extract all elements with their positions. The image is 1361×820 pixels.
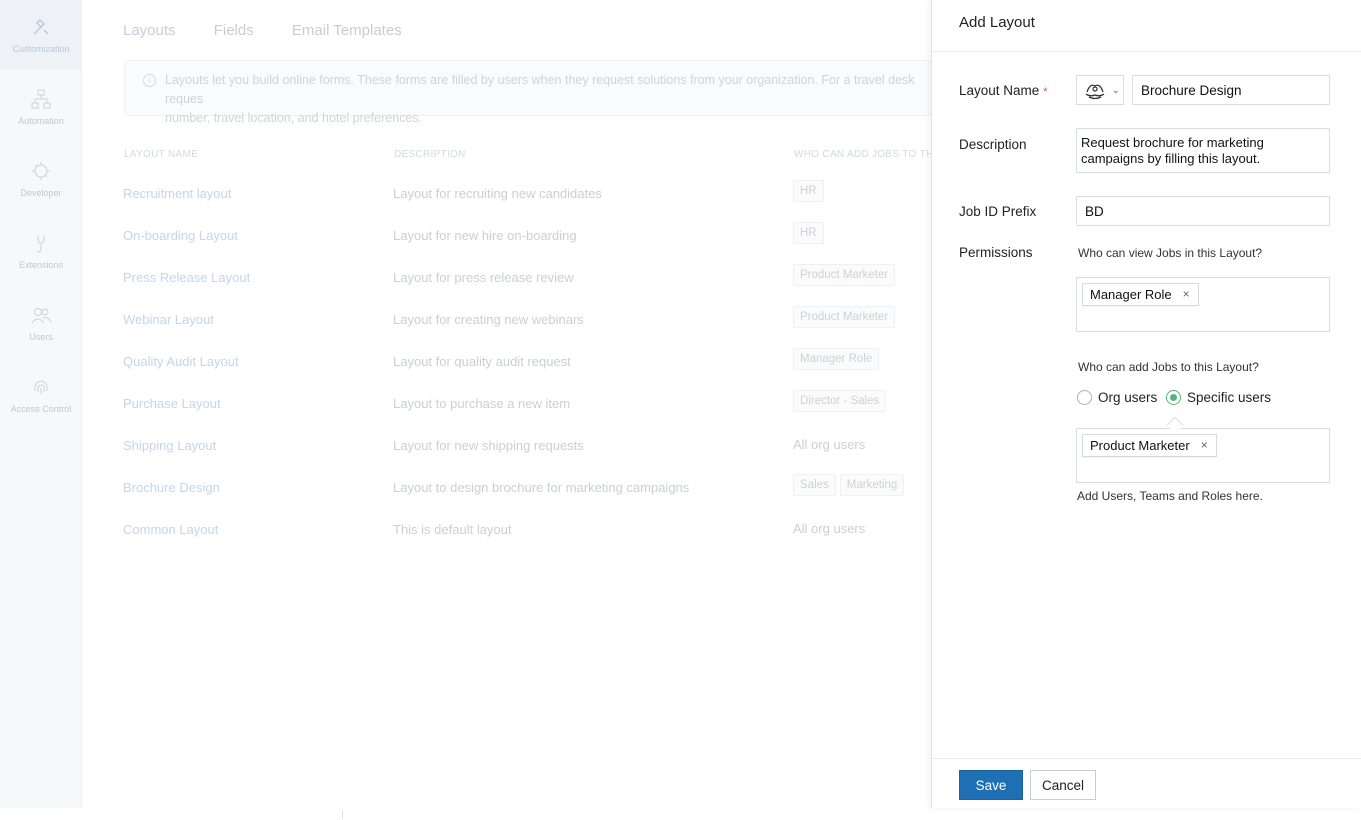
layout-name-link[interactable]: Brochure Design [123,480,220,495]
layout-description: Layout to purchase a new item [393,396,571,411]
info-text: Layouts let you build online forms. Thes… [165,73,915,106]
column-header-who: WHO CAN ADD JOBS TO TH [794,149,934,160]
role-chip: Marketing [839,474,905,496]
column-header-name: LAYOUT NAME [124,149,199,160]
role-chip: Director - Sales [793,390,887,412]
layout-name-link[interactable]: Quality Audit Layout [123,354,239,369]
info-banner: i Layouts let you build online forms. Th… [124,60,944,125]
who-cell: Director - Sales [793,390,890,412]
remove-tag-icon[interactable]: × [1183,284,1190,305]
specific-users-radio[interactable]: Specific users [1166,390,1271,405]
add-hint: Add Users, Teams and Roles here. [1077,489,1263,503]
tag-label: Product Marketer [1090,438,1190,453]
divider [342,810,343,818]
role-chip: HR [793,222,824,244]
add-tag: Product Marketer × [1082,434,1217,457]
chevron-down-icon: ⌄ [1112,85,1120,95]
who-cell: All org users [793,432,865,452]
view-question: Who can view Jobs in this Layout? [1078,246,1263,260]
sidebar-item-automation[interactable]: Automation [0,72,82,142]
tab-email-templates[interactable]: Email Templates [292,22,402,39]
table-row: Purchase Layout Layout to purchase a new… [0,390,940,432]
who-cell: Product Marketer [793,264,899,286]
job-id-prefix-label: Job ID Prefix [959,204,1037,219]
layout-name-label-text: Layout Name [959,83,1040,98]
brochure-icon [1085,84,1105,100]
role-chip: Sales [793,474,836,496]
panel-footer: Save Cancel [932,758,1361,808]
sidebar-item-label: Automation [18,116,64,126]
layout-name-link[interactable]: Shipping Layout [123,438,216,453]
info-icon: i [143,74,156,87]
layout-name-link[interactable]: On-boarding Layout [123,228,238,243]
layout-name-link[interactable]: Press Release Layout [123,270,250,285]
who-cell: Sales Marketing [793,474,908,496]
description-textarea[interactable]: Request brochure for marketing campaigns… [1076,128,1330,173]
remove-tag-icon[interactable]: × [1201,435,1208,456]
add-question: Who can add Jobs to this Layout? [1078,360,1259,374]
table-row: Shipping Layout Layout for new shipping … [0,432,940,474]
radio-circle-selected [1166,390,1181,405]
automation-icon [31,89,51,109]
column-header-description: DESCRIPTION [394,149,466,160]
who-cell: Product Marketer [793,306,899,328]
who-text: All org users [793,521,866,536]
table-row: Recruitment layout Layout for recruiting… [0,180,940,222]
panel-title: Add Layout [932,0,1361,52]
layout-name-link[interactable]: Purchase Layout [123,396,221,411]
top-tabs: Layouts Fields Email Templates [123,22,436,39]
cancel-button[interactable]: Cancel [1030,770,1096,800]
add-permissions-field[interactable]: Product Marketer × [1076,428,1330,483]
tab-fields[interactable]: Fields [214,22,254,39]
layout-name-link[interactable]: Common Layout [123,522,218,537]
who-text: All org users [793,437,866,452]
layout-icon-picker[interactable]: ⌄ [1076,75,1124,105]
sidebar-item-label: Customization [12,44,70,54]
layout-description: Layout for new shipping requests [393,438,584,453]
role-chip: Product Marketer [793,264,896,286]
developer-icon [32,162,50,180]
table-row: Webinar Layout Layout for creating new w… [0,306,940,348]
table-row: Common Layout This is default layout All… [0,516,940,558]
who-cell: HR [793,180,828,202]
layout-description: Layout for new hire on-boarding [393,228,577,243]
layout-description: Layout for recruiting new candidates [393,186,602,201]
role-chip: Product Marketer [793,306,896,328]
tab-layouts[interactable]: Layouts [123,22,176,39]
save-button[interactable]: Save [959,770,1023,800]
table-row: Quality Audit Layout Layout for quality … [0,348,940,390]
layout-description: This is default layout [393,522,512,537]
job-id-prefix-input[interactable] [1076,196,1330,226]
layout-description: Layout for quality audit request [393,354,571,369]
layout-name-link[interactable]: Recruitment layout [123,186,231,201]
who-cell: HR [793,222,828,244]
permissions-label: Permissions [959,245,1033,260]
layout-name-link[interactable]: Webinar Layout [123,312,214,327]
customization-icon [33,19,49,35]
tag-label: Manager Role [1090,287,1172,302]
layout-name-label: Layout Name * [959,83,1048,98]
info-text-2: number, travel location, and hotel prefe… [165,111,423,125]
required-mark: * [1043,86,1048,98]
radio-circle [1077,390,1092,405]
role-chip: HR [793,180,824,202]
layout-description: Layout for creating new webinars [393,312,584,327]
table-row: Brochure Design Layout to design brochur… [0,474,940,516]
view-tag: Manager Role × [1082,283,1199,306]
description-label: Description [959,137,1027,152]
layout-description: Layout for press release review [393,270,574,285]
role-chip: Manager Role [793,348,880,370]
layout-description: Layout to design brochure for marketing … [393,480,690,495]
view-permissions-field[interactable]: Manager Role × [1076,277,1330,332]
radio-label: Org users [1098,390,1158,405]
org-users-radio[interactable]: Org users [1077,390,1157,405]
who-cell: All org users [793,516,865,536]
sidebar-item-customization[interactable]: Customization [0,0,82,70]
table-row: Press Release Layout Layout for press re… [0,264,940,306]
table-row: On-boarding Layout Layout for new hire o… [0,222,940,264]
radio-label: Specific users [1187,390,1272,405]
add-layout-panel: Add Layout Layout Name* ⌄ Description Re… [931,0,1361,808]
who-cell: Manager Role [793,348,883,370]
layout-name-input[interactable] [1132,75,1330,105]
